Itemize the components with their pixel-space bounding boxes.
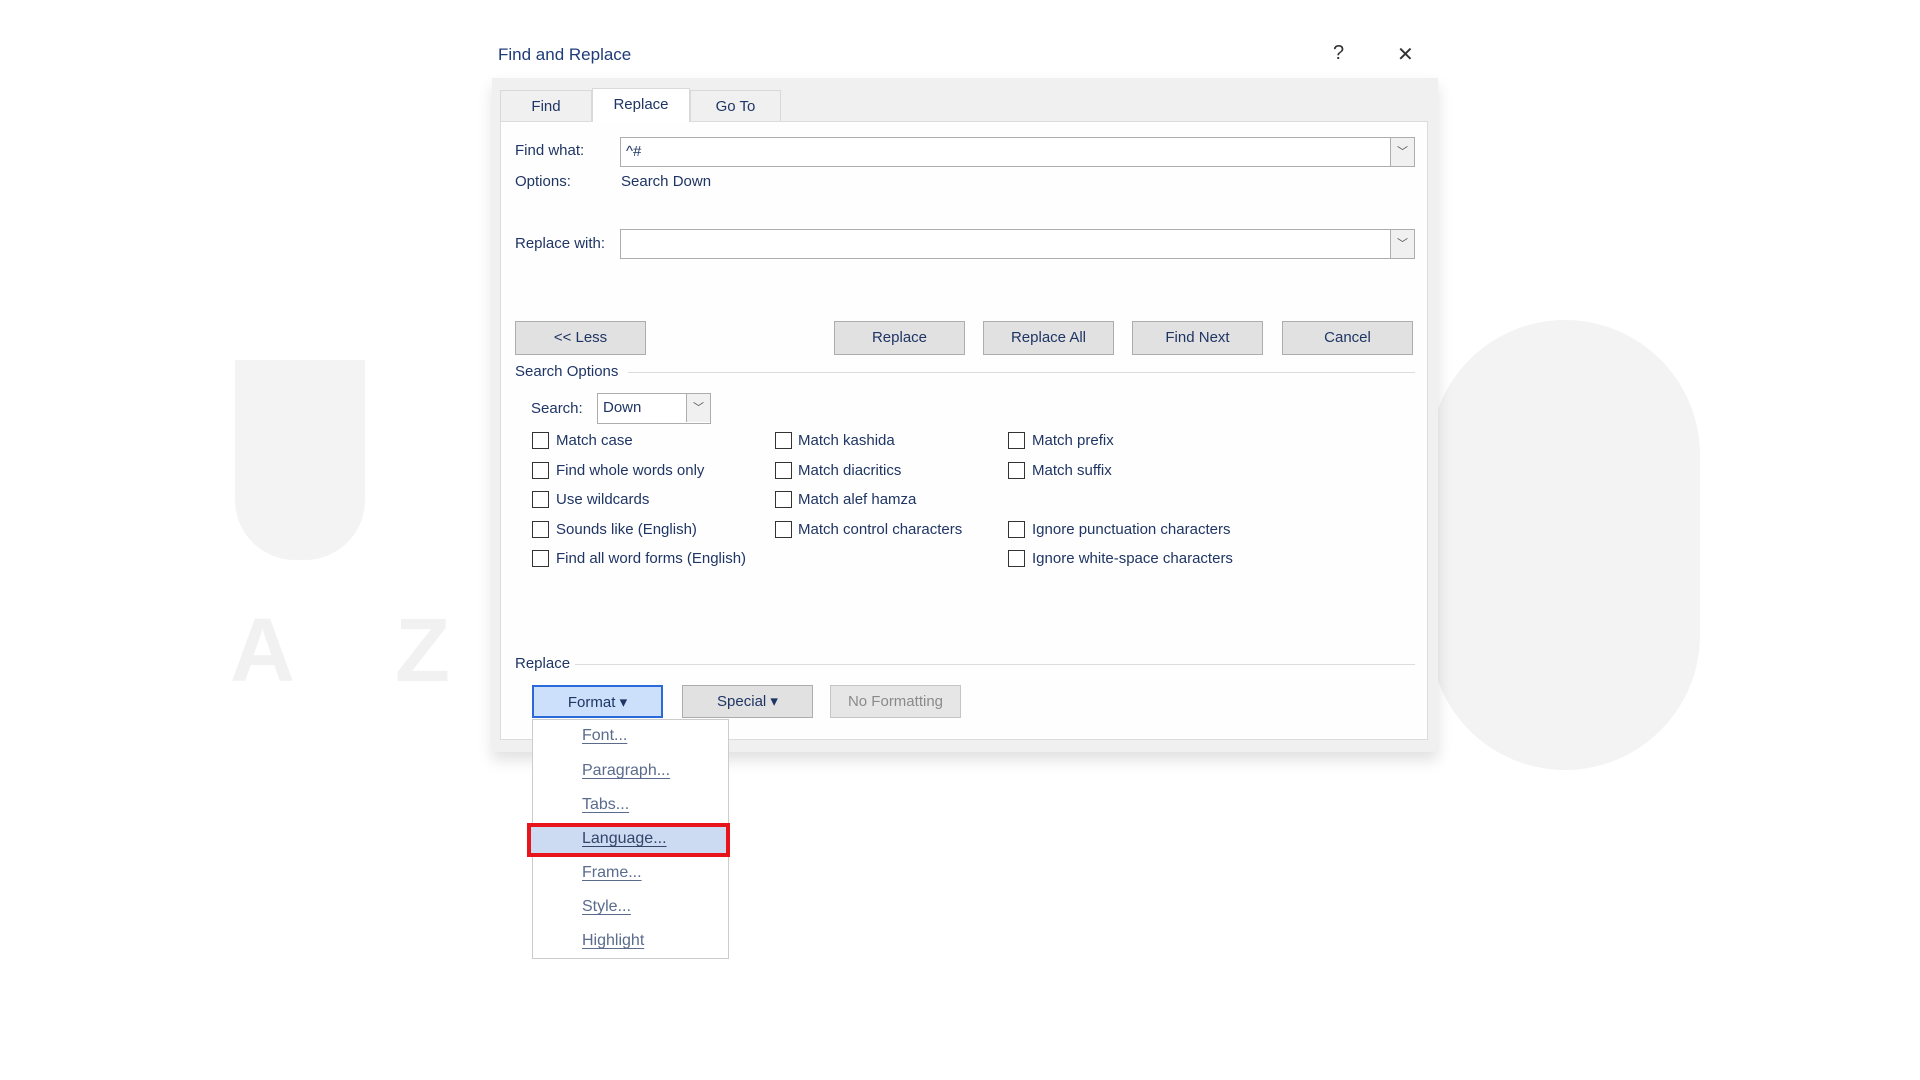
checkbox[interactable] [775, 432, 792, 449]
special-button[interactable]: Special ▾ [682, 685, 813, 718]
menu-item[interactable]: Style... [582, 898, 631, 916]
checkbox[interactable] [532, 432, 549, 449]
checkbox[interactable] [1008, 550, 1025, 567]
checkbox-label[interactable]: Match kashida [798, 432, 895, 450]
watermark-shape [1430, 320, 1700, 770]
checkbox-label[interactable]: Match prefix [1032, 432, 1114, 450]
tab-label: Find [531, 98, 561, 115]
checkbox-label[interactable]: Find whole words only [556, 462, 704, 480]
tab-label: Replace [613, 96, 669, 113]
replace-with-label: Replace with: [515, 235, 606, 252]
checkbox-label[interactable]: Use wildcards [556, 491, 649, 509]
replace-button[interactable]: Replace [834, 321, 965, 355]
search-direction-select[interactable]: Down ﹀ [597, 393, 711, 424]
checkbox-label[interactable]: Sounds like (English) [556, 521, 697, 539]
less-button[interactable]: << Less [515, 321, 646, 355]
checkbox[interactable] [532, 462, 549, 479]
no-formatting-button[interactable]: No Formatting [830, 685, 961, 718]
checkbox-label[interactable]: Ignore punctuation characters [1032, 521, 1230, 539]
divider [628, 372, 1415, 373]
checkbox[interactable] [532, 521, 549, 538]
menu-item[interactable]: Font... [582, 727, 627, 745]
search-label: Search: [531, 400, 583, 417]
checkbox-label[interactable]: Match alef hamza [798, 491, 916, 509]
tab-go-to[interactable]: Go To [690, 90, 781, 121]
find-what-input[interactable]: ^# ﹀ [620, 137, 1415, 167]
find-what-label: Find what: [515, 142, 585, 159]
replace-with-input[interactable]: ﹀ [620, 229, 1415, 259]
options-label: Options: [515, 173, 571, 190]
chevron-down-icon[interactable]: ﹀ [1390, 138, 1414, 166]
dialog-title: Find and Replace [498, 45, 632, 64]
help-button[interactable]: ? [1333, 42, 1344, 65]
replace-all-button[interactable]: Replace All [983, 321, 1114, 355]
checkbox[interactable] [775, 521, 792, 538]
tab-label: Go To [715, 98, 756, 115]
menu-item[interactable]: Highlight [582, 932, 644, 950]
menu-item[interactable]: Language... [582, 830, 667, 848]
search-direction-value: Down [603, 399, 642, 416]
options-value: Search Down [621, 173, 712, 190]
divider [575, 664, 1415, 665]
checkbox[interactable] [1008, 521, 1025, 538]
menu-item[interactable]: Frame... [582, 864, 642, 882]
tab-find[interactable]: Find [500, 90, 592, 121]
checkbox-label[interactable]: Match case [556, 432, 633, 450]
checkbox[interactable] [775, 491, 792, 508]
tab-content [500, 121, 1428, 740]
menu-item[interactable]: Paragraph... [582, 762, 670, 780]
close-button[interactable]: ✕ [1397, 42, 1414, 67]
checkbox[interactable] [532, 491, 549, 508]
checkbox[interactable] [775, 462, 792, 479]
replace-heading: Replace [515, 655, 571, 672]
checkbox-label[interactable]: Ignore white-space characters [1032, 550, 1233, 568]
checkbox[interactable] [1008, 462, 1025, 479]
checkbox-label[interactable]: Match suffix [1032, 462, 1112, 480]
chevron-down-icon[interactable]: ﹀ [1390, 230, 1414, 258]
checkbox-label[interactable]: Match control characters [798, 521, 962, 539]
checkbox-label[interactable]: Match diacritics [798, 462, 901, 480]
cancel-button[interactable]: Cancel [1282, 321, 1413, 355]
checkbox[interactable] [532, 550, 549, 567]
tab-replace[interactable]: Replace [592, 88, 690, 122]
checkbox[interactable] [1008, 432, 1025, 449]
find-next-button[interactable]: Find Next [1132, 321, 1263, 355]
format-button[interactable]: Format ▾ [532, 685, 663, 718]
search-options-heading: Search Options [515, 363, 619, 380]
watermark-shape [235, 360, 365, 560]
menu-item[interactable]: Tabs... [582, 796, 629, 814]
find-what-value: ^# [626, 143, 642, 160]
checkbox-label[interactable]: Find all word forms (English) [556, 550, 746, 568]
chevron-down-icon[interactable]: ﹀ [686, 394, 710, 422]
